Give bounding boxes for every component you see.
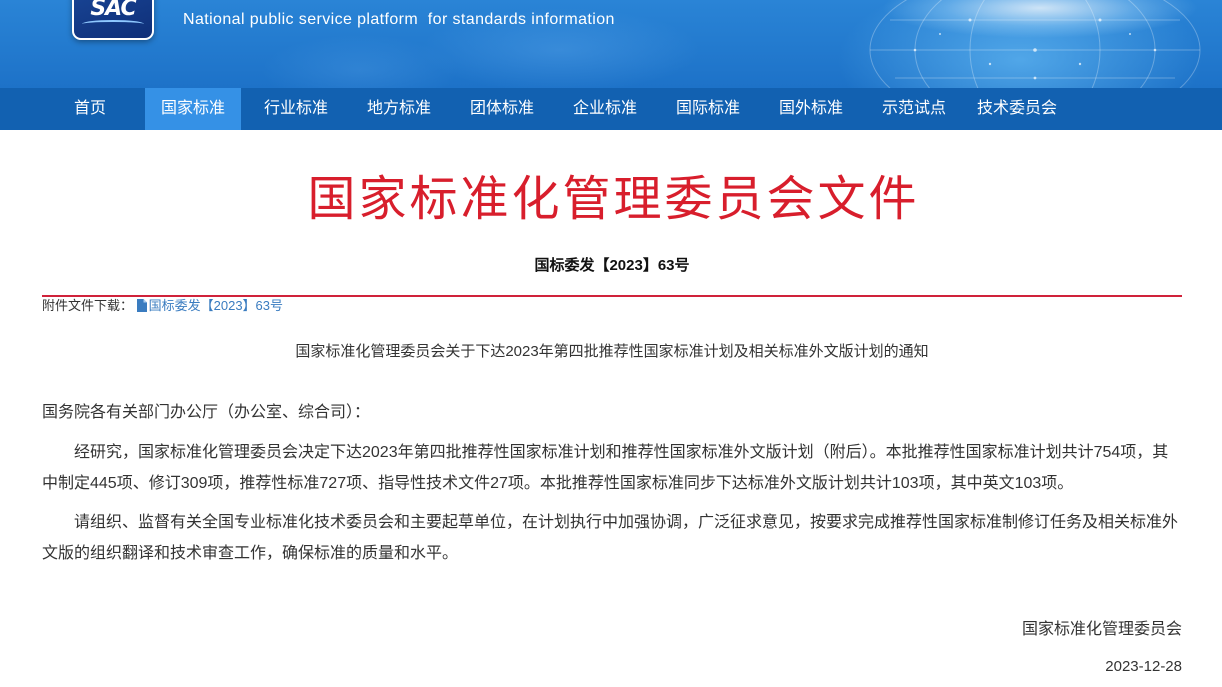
nav-item-pilot[interactable]: 示范试点 bbox=[866, 88, 962, 130]
document-number: 国标委发【2023】63号 bbox=[534, 257, 690, 274]
nav-item-home[interactable]: 首页 bbox=[42, 88, 138, 130]
body-paragraph: 请组织、监督有关全国专业标准化技术委员会和主要起草单位，在计划执行中加强协调，广… bbox=[42, 514, 1179, 562]
nav-item-group[interactable]: 团体标准 bbox=[454, 88, 550, 130]
header-subtitle-en: National public service platform for sta… bbox=[183, 11, 615, 28]
document-title: 国家标准化管理委员会文件 bbox=[307, 173, 920, 226]
nav-item-international[interactable]: 国际标准 bbox=[660, 88, 756, 130]
signature: 国家标准化管理委员会 bbox=[1021, 621, 1182, 638]
logo-swoosh bbox=[82, 20, 144, 28]
nav-item-national[interactable]: 国家标准 bbox=[145, 88, 241, 130]
body-paragraph: 经研究，国家标准化管理委员会决定下达2023年第四批推荐性国家标准计划和推荐性国… bbox=[42, 444, 1169, 492]
main-nav: 首页 国家标准 行业标准 地方标准 团体标准 企业标准 国际标准 国外标准 示范… bbox=[0, 88, 1222, 130]
nav-item-local[interactable]: 地方标准 bbox=[351, 88, 447, 130]
attachment-link-text: 国标委发【2023】63号 bbox=[148, 298, 284, 313]
header-globe-graphic bbox=[869, 0, 1201, 88]
sac-logo[interactable]: SAC bbox=[72, 0, 154, 40]
salutation: 国务院各有关部门办公厅（办公室、综合司）： bbox=[42, 404, 371, 421]
logo-text: SAC bbox=[90, 0, 136, 21]
document-body: 国家标准化管理委员会文件 国标委发【2023】63号 附件文件下载： 国标委发【… bbox=[42, 130, 1182, 682]
site-header: SAC National public service platform for… bbox=[0, 0, 1222, 88]
attachment-row: 附件文件下载： 国标委发【2023】63号 bbox=[42, 297, 1182, 315]
attachment-download-link[interactable]: 国标委发【2023】63号 bbox=[136, 298, 284, 313]
nav-item-enterprise[interactable]: 企业标准 bbox=[557, 88, 653, 130]
nav-item-committee[interactable]: 技术委员会 bbox=[969, 88, 1065, 130]
nav-item-industry[interactable]: 行业标准 bbox=[248, 88, 344, 130]
nav-item-foreign[interactable]: 国外标准 bbox=[763, 88, 859, 130]
document-date: 2023-12-28 bbox=[1105, 658, 1182, 675]
notice-title: 国家标准化管理委员会关于下达2023年第四批推荐性国家标准计划及相关标准外文版计… bbox=[295, 343, 929, 360]
file-icon bbox=[136, 299, 147, 312]
attachment-label: 附件文件下载： bbox=[42, 298, 134, 313]
